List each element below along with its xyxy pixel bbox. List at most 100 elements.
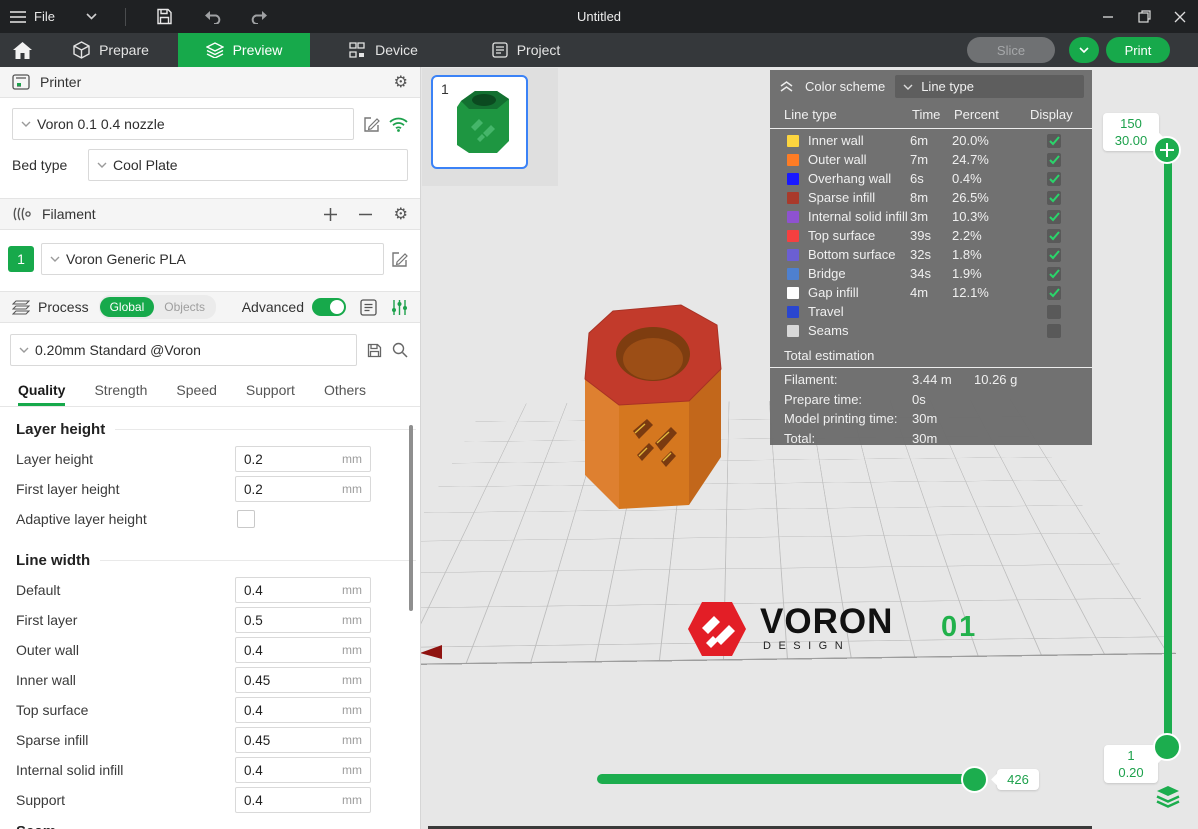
filament-settings-gear-icon[interactable]: ⚙ <box>394 206 408 222</box>
total-estimation-title: Total estimation <box>784 348 1092 363</box>
maximize-button[interactable] <box>1126 0 1162 33</box>
wifi-icon[interactable] <box>389 117 408 132</box>
tab-others[interactable]: Others <box>324 382 366 406</box>
legend-row: Gap infill 4m 12.1% <box>770 283 1092 302</box>
collapse-panel-icon[interactable] <box>780 81 793 92</box>
line-width-first-layer-input[interactable]: 0.5mm <box>235 607 371 633</box>
save-preset-icon[interactable] <box>367 343 382 358</box>
title-bar: File Untitled <box>0 0 1198 33</box>
sidebar-scrollbar[interactable] <box>409 425 413 611</box>
printer-icon <box>12 74 30 90</box>
printer-preset-select[interactable]: Voron 0.1 0.4 nozzle <box>12 108 354 140</box>
filament-slot-badge[interactable]: 1 <box>8 246 34 272</box>
close-button[interactable] <box>1162 0 1198 33</box>
printer-settings-gear-icon[interactable]: ⚙ <box>394 74 408 90</box>
layer-height-group-title: Layer height <box>16 421 420 438</box>
display-checkbox[interactable] <box>1047 324 1061 338</box>
tab-device[interactable]: Device <box>310 33 456 67</box>
bed-type-label: Bed type <box>12 157 88 173</box>
thumbnail-model-image <box>453 87 513 159</box>
legend-row: Overhang wall 6s 0.4% <box>770 169 1092 188</box>
parameter-list-icon[interactable] <box>360 299 377 316</box>
redo-icon[interactable] <box>246 5 272 29</box>
color-swatch <box>787 249 799 261</box>
process-scope-segmented[interactable]: Global Objects <box>99 295 216 319</box>
bed-type-select[interactable]: Cool Plate <box>88 149 408 181</box>
search-preset-icon[interactable] <box>392 342 408 358</box>
line-width-sparse-infill-input[interactable]: 0.45mm <box>235 727 371 753</box>
layers-view-icon[interactable] <box>1155 784 1181 808</box>
color-scheme-select[interactable]: Line type <box>895 75 1084 98</box>
edit-printer-icon[interactable] <box>363 116 380 133</box>
tab-support[interactable]: Support <box>246 382 295 406</box>
file-menu[interactable]: File <box>10 9 55 24</box>
total-row: Total: 30m <box>770 429 1092 449</box>
plate-number: 01 <box>941 611 977 644</box>
display-checkbox[interactable] <box>1047 134 1061 148</box>
print-button[interactable]: Print <box>1106 37 1170 63</box>
tab-project[interactable]: Project <box>456 33 596 67</box>
display-checkbox[interactable] <box>1047 305 1061 319</box>
line-width-outer-wall-input[interactable]: 0.4mm <box>235 637 371 663</box>
display-checkbox[interactable] <box>1047 210 1061 224</box>
color-swatch <box>787 173 799 185</box>
model-object[interactable] <box>575 303 727 529</box>
display-checkbox[interactable] <box>1047 248 1061 262</box>
display-checkbox[interactable] <box>1047 286 1061 300</box>
tune-parameters-icon[interactable] <box>391 299 408 316</box>
tab-quality[interactable]: Quality <box>18 382 65 406</box>
display-checkbox[interactable] <box>1047 172 1061 186</box>
layer-slider-top-tooltip: 15030.00 <box>1103 113 1159 151</box>
setting-row: Top surface 0.4mm <box>0 695 420 725</box>
advanced-toggle[interactable] <box>312 298 346 316</box>
tab-speed[interactable]: Speed <box>176 382 216 406</box>
home-button[interactable] <box>0 33 44 67</box>
scope-global[interactable]: Global <box>100 297 155 317</box>
edit-filament-icon[interactable] <box>391 251 408 268</box>
setting-row: Inner wall 0.45mm <box>0 665 420 695</box>
layer-slider-bottom-handle[interactable] <box>1153 733 1181 761</box>
plate-thumbnail[interactable]: 1 <box>431 75 528 169</box>
printer-preset-value: Voron 0.1 0.4 nozzle <box>37 116 165 132</box>
line-width-top-surface-input[interactable]: 0.4mm <box>235 697 371 723</box>
setting-row: Adaptive layer height <box>0 504 420 534</box>
minimize-button[interactable] <box>1090 0 1126 33</box>
remove-filament-icon[interactable] <box>359 213 372 216</box>
process-preset-select[interactable]: 0.20mm Standard @Voron <box>10 334 357 366</box>
setting-row: Support 0.4mm <box>0 785 420 815</box>
line-width-internal-solid-infill-input[interactable]: 0.4mm <box>235 757 371 783</box>
tab-prepare[interactable]: Prepare <box>44 33 178 67</box>
layer-range-slider-track[interactable] <box>1164 150 1172 748</box>
layer-height-input[interactable]: 0.2mm <box>235 446 371 472</box>
filament-section-header: Filament ⚙ <box>0 198 420 230</box>
file-menu-chevron[interactable] <box>79 5 105 29</box>
filament-preset-select[interactable]: Voron Generic PLA <box>41 243 384 275</box>
move-slider-handle[interactable] <box>961 766 988 793</box>
filament-section-title: Filament <box>42 206 96 222</box>
tab-preview[interactable]: Preview <box>178 33 310 67</box>
color-swatch <box>787 287 799 299</box>
divider <box>770 128 1092 129</box>
setting-row: Default 0.4mm <box>0 575 420 605</box>
line-width-inner-wall-input[interactable]: 0.45mm <box>235 667 371 693</box>
line-width-support-input[interactable]: 0.4mm <box>235 787 371 813</box>
scope-objects[interactable]: Objects <box>154 300 215 314</box>
layer-slider-top-handle[interactable] <box>1153 136 1181 164</box>
display-checkbox[interactable] <box>1047 153 1061 167</box>
display-checkbox[interactable] <box>1047 229 1061 243</box>
first-layer-height-input[interactable]: 0.2mm <box>235 476 371 502</box>
slice-button[interactable]: Slice <box>967 37 1055 63</box>
add-filament-icon[interactable] <box>324 208 337 221</box>
line-width-default-input[interactable]: 0.4mm <box>235 577 371 603</box>
undo-icon[interactable] <box>200 5 226 29</box>
tab-strength[interactable]: Strength <box>94 382 147 406</box>
voron-hex-icon <box>688 598 746 660</box>
color-swatch <box>787 192 799 204</box>
display-checkbox[interactable] <box>1047 267 1061 281</box>
save-icon[interactable] <box>152 5 178 29</box>
filament-icon <box>12 206 32 222</box>
display-checkbox[interactable] <box>1047 191 1061 205</box>
print-dropdown-button[interactable] <box>1069 37 1099 63</box>
move-slider-track[interactable] <box>597 774 986 784</box>
adaptive-layer-height-checkbox[interactable] <box>237 510 255 528</box>
